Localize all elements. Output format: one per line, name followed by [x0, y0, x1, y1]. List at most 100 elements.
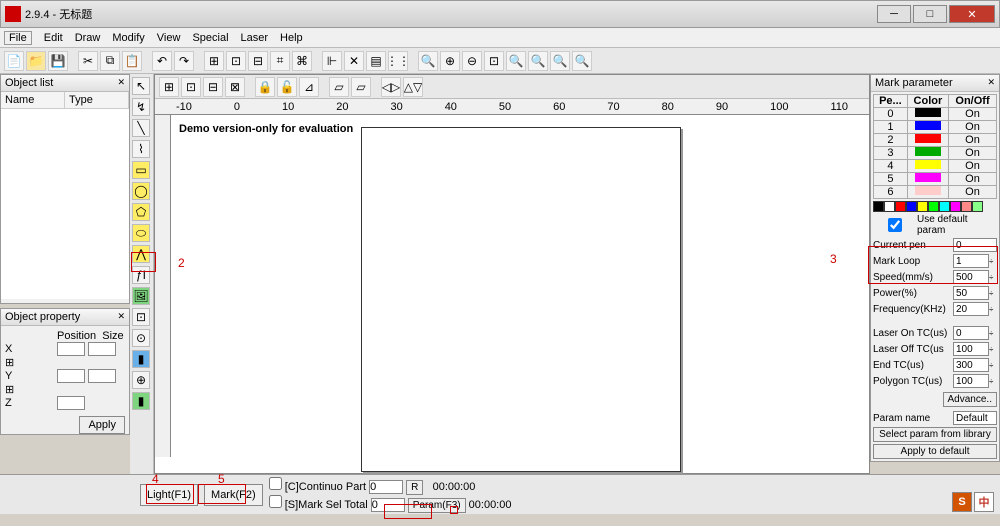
- extend-icon[interactable]: ▮: [132, 392, 150, 410]
- tool-icon[interactable]: ⌘: [292, 51, 312, 71]
- new-icon[interactable]: 📄: [4, 51, 24, 71]
- freq-input[interactable]: [953, 302, 989, 316]
- end-tc-input[interactable]: [953, 358, 989, 372]
- ime-c-icon[interactable]: 中: [974, 492, 994, 512]
- part-input[interactable]: [369, 480, 403, 494]
- snap-icon[interactable]: ⊟: [203, 77, 223, 97]
- timer-icon[interactable]: ⊙: [132, 329, 150, 347]
- col-name[interactable]: Name: [1, 92, 65, 108]
- redo-icon[interactable]: ↷: [174, 51, 194, 71]
- size-x-input[interactable]: [88, 342, 116, 356]
- rect-icon[interactable]: ▭: [132, 161, 150, 179]
- tool-icon[interactable]: ⊿: [299, 77, 319, 97]
- mirror-v-icon[interactable]: △▽: [403, 77, 423, 97]
- apply-button[interactable]: Apply: [79, 416, 125, 434]
- menu-modify[interactable]: Modify: [112, 32, 144, 44]
- lock-icon[interactable]: 🔒: [255, 77, 275, 97]
- io-icon[interactable]: ▮: [132, 350, 150, 368]
- vector-icon[interactable]: ⊡: [132, 308, 150, 326]
- mark-button[interactable]: Mark(F2): [204, 484, 263, 506]
- copy-icon[interactable]: ⧉: [100, 51, 120, 71]
- tool-icon[interactable]: ▱: [329, 77, 349, 97]
- table-row[interactable]: 0On: [874, 108, 997, 121]
- array-icon[interactable]: ⊞: [5, 357, 14, 369]
- color-palette[interactable]: [873, 201, 997, 212]
- menu-special[interactable]: Special: [192, 32, 228, 44]
- menu-laser[interactable]: Laser: [241, 32, 269, 44]
- tool-icon[interactable]: ▤: [366, 51, 386, 71]
- pos-x-input[interactable]: [57, 342, 85, 356]
- ellipse-icon[interactable]: ⬭: [132, 224, 150, 242]
- tool-icon[interactable]: ⊟: [248, 51, 268, 71]
- encoder-icon[interactable]: ⊕: [132, 371, 150, 389]
- zoom-fit-icon[interactable]: ⊡: [484, 51, 504, 71]
- poly-tc-input[interactable]: [953, 374, 989, 388]
- marksel-checkbox[interactable]: [269, 495, 282, 508]
- save-icon[interactable]: 💾: [48, 51, 68, 71]
- table-row[interactable]: 4On: [874, 160, 997, 173]
- apply-default-button[interactable]: Apply to default: [873, 444, 997, 459]
- pos-y-input[interactable]: [57, 369, 85, 383]
- continuo-checkbox[interactable]: [269, 477, 282, 490]
- zoom-icon[interactable]: 🔍: [550, 51, 570, 71]
- laser-off-input[interactable]: [953, 342, 989, 356]
- node-icon[interactable]: ↯: [132, 98, 150, 116]
- menu-help[interactable]: Help: [280, 32, 303, 44]
- zoom-icon[interactable]: 🔍: [528, 51, 548, 71]
- table-row[interactable]: 2On: [874, 134, 997, 147]
- snap-icon[interactable]: ⊠: [225, 77, 245, 97]
- select-library-button[interactable]: Select param from library: [873, 427, 997, 442]
- speed-input[interactable]: [953, 270, 989, 284]
- close-icon[interactable]: ✕: [117, 311, 125, 323]
- pos-z-input[interactable]: [57, 396, 85, 410]
- table-row[interactable]: 5On: [874, 173, 997, 186]
- unlock-icon[interactable]: 🔓: [277, 77, 297, 97]
- menu-view[interactable]: View: [157, 32, 181, 44]
- zoom-icon[interactable]: 🔍: [418, 51, 438, 71]
- snap-icon[interactable]: ⊡: [181, 77, 201, 97]
- line-icon[interactable]: ╲: [132, 119, 150, 137]
- open-icon[interactable]: 📁: [26, 51, 46, 71]
- col-type[interactable]: Type: [65, 92, 129, 108]
- select-icon[interactable]: ↖: [132, 77, 150, 95]
- cut-icon[interactable]: ✂: [78, 51, 98, 71]
- zoom-icon[interactable]: 🔍: [506, 51, 526, 71]
- object-list-body[interactable]: [1, 109, 129, 299]
- use-default-checkbox[interactable]: [873, 218, 917, 232]
- ime-s-icon[interactable]: S: [952, 492, 972, 512]
- grid-icon[interactable]: ⊞: [159, 77, 179, 97]
- zoom-in-icon[interactable]: ⊕: [440, 51, 460, 71]
- maximize-button[interactable]: □: [913, 5, 947, 23]
- advance-button[interactable]: Advance..: [943, 392, 997, 407]
- tool-icon[interactable]: ⊡: [226, 51, 246, 71]
- light-button[interactable]: Light(F1): [140, 484, 198, 506]
- current-pen-input[interactable]: [953, 238, 997, 252]
- zoom-out-icon[interactable]: ⊖: [462, 51, 482, 71]
- laser-on-input[interactable]: [953, 326, 989, 340]
- mark-loop-input[interactable]: [953, 254, 989, 268]
- star-icon[interactable]: ⋀: [132, 245, 150, 263]
- zoom-icon[interactable]: 🔍: [572, 51, 592, 71]
- size-y-input[interactable]: [88, 369, 116, 383]
- r-button[interactable]: R: [406, 480, 423, 495]
- close-icon[interactable]: ✕: [117, 77, 125, 89]
- param-button[interactable]: Param(F3): [408, 498, 466, 513]
- close-button[interactable]: ✕: [949, 5, 995, 23]
- tool-icon[interactable]: ⊞: [204, 51, 224, 71]
- menu-edit[interactable]: Edit: [44, 32, 63, 44]
- tool-icon[interactable]: ▱: [351, 77, 371, 97]
- image-icon[interactable]: 🖼: [132, 287, 150, 305]
- circle-icon[interactable]: ◯: [132, 182, 150, 200]
- table-row[interactable]: 6On: [874, 186, 997, 199]
- mirror-h-icon[interactable]: ◁▷: [381, 77, 401, 97]
- tool-icon[interactable]: ✕: [344, 51, 364, 71]
- polygon-icon[interactable]: ⬠: [132, 203, 150, 221]
- tool-icon[interactable]: ⌗: [270, 51, 290, 71]
- tool-icon[interactable]: ⊩: [322, 51, 342, 71]
- table-row[interactable]: 1On: [874, 121, 997, 134]
- menu-draw[interactable]: Draw: [75, 32, 101, 44]
- total-input[interactable]: [371, 498, 405, 512]
- minimize-button[interactable]: ─: [877, 5, 911, 23]
- curve-icon[interactable]: ⌇: [132, 140, 150, 158]
- tool-icon[interactable]: ⋮⋮: [388, 51, 408, 71]
